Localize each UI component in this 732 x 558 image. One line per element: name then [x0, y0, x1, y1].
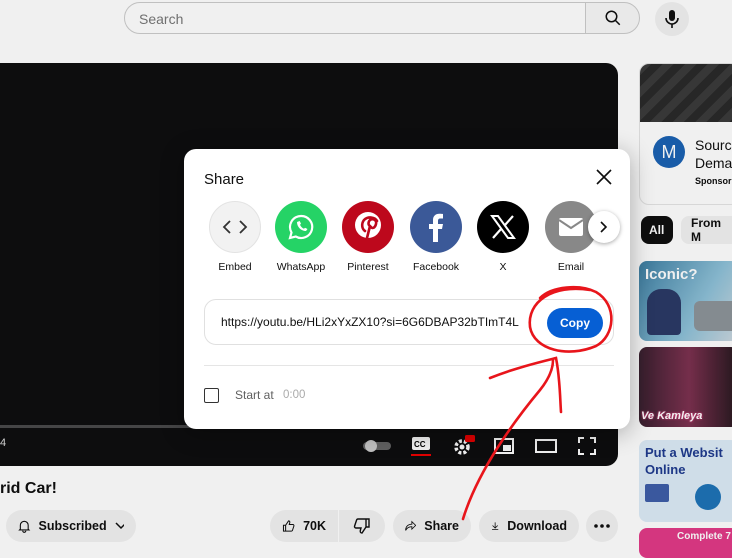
ad-title-line2: Dema	[695, 155, 732, 171]
more-horizontal-icon	[594, 524, 610, 528]
theater-mode-button[interactable]	[534, 435, 558, 457]
like-button[interactable]: 70K	[270, 510, 338, 542]
thumbs-down-icon	[353, 518, 370, 534]
svg-text:CC: CC	[414, 440, 426, 449]
globe-icon	[695, 484, 721, 510]
share-target-pinterest[interactable]: Pinterest	[337, 201, 399, 273]
facebook-icon	[410, 201, 462, 253]
miniplayer-button[interactable]	[493, 435, 515, 457]
share-label: Share	[424, 519, 459, 533]
x-icon	[477, 201, 529, 253]
fullscreen-button[interactable]	[576, 435, 598, 457]
miniplayer-icon	[494, 438, 514, 454]
share-arrow-icon	[405, 520, 417, 531]
whatsapp-icon	[275, 201, 327, 253]
ad-title-line1: Sourci	[695, 137, 732, 153]
download-button[interactable]: Download	[479, 510, 579, 542]
share-dialog: Share Embed WhatsApp Pinterest Facebook …	[184, 149, 630, 429]
close-icon	[596, 169, 612, 185]
time-display: 4	[0, 437, 7, 449]
sponsored-label: Sponsor	[695, 176, 732, 186]
voice-search-button[interactable]	[655, 2, 689, 36]
divider	[204, 365, 614, 366]
autoplay-toggle[interactable]	[362, 435, 392, 457]
share-target-embed[interactable]: Embed	[204, 201, 266, 273]
chip-all[interactable]: All	[641, 216, 673, 244]
captions-button[interactable]: CC	[410, 435, 432, 457]
dialog-title: Share	[204, 171, 245, 188]
share-url-field[interactable]: https://youtu.be/HLi2xYxZX10?si=6G6DBAP3…	[204, 299, 614, 345]
thumbnail-text: Put a Websit Online	[645, 445, 723, 477]
scroll-next-button[interactable]	[588, 211, 620, 243]
thumbnail-video-3[interactable]: Put a Websit Online	[639, 440, 732, 522]
start-at-time-input[interactable]: 0:00	[283, 389, 305, 401]
search-placeholder: Search	[139, 11, 184, 27]
thumbnail-person	[647, 289, 681, 335]
ad-banner-image	[640, 64, 732, 122]
share-button[interactable]: Share	[393, 510, 471, 542]
share-target-label: Pinterest	[347, 261, 389, 273]
sponsored-ad-card[interactable]: M Sourci Dema Sponsor	[639, 63, 732, 205]
settings-button[interactable]	[452, 435, 476, 457]
thumbnail-text: Iconic?	[645, 266, 698, 283]
dislike-button[interactable]	[339, 510, 385, 542]
thumbnail-text: Ve Kamleya	[641, 410, 703, 422]
chevron-down-icon	[115, 522, 124, 530]
search-icon	[605, 10, 620, 26]
ad-title: Sourci Dema	[695, 136, 732, 172]
ad-logo: M	[653, 136, 685, 168]
theater-icon	[535, 439, 557, 453]
more-actions-button[interactable]	[586, 510, 618, 542]
thumbnail-video-2[interactable]: Ve Kamleya	[639, 347, 732, 427]
fullscreen-icon	[578, 437, 596, 455]
thumbnail-car	[694, 301, 732, 331]
share-target-label: WhatsApp	[276, 261, 326, 273]
thumbnail-text: Complete 7	[677, 531, 731, 542]
start-at-label: Start at	[235, 388, 274, 402]
pinterest-icon	[342, 201, 394, 253]
copy-button[interactable]: Copy	[547, 308, 603, 338]
chip-from[interactable]: From M	[681, 216, 732, 244]
thumbnail-video-1[interactable]: Iconic?	[639, 261, 732, 341]
laptop-icon	[645, 484, 669, 502]
like-count: 70K	[303, 519, 326, 533]
share-target-whatsapp[interactable]: WhatsApp	[270, 201, 332, 273]
share-target-label: Email	[557, 261, 585, 273]
video-title: rid Car!	[0, 480, 57, 497]
share-target-label: X	[499, 261, 507, 273]
embed-icon	[209, 201, 261, 253]
download-icon	[492, 522, 499, 531]
bell-icon	[18, 520, 31, 533]
share-target-facebook[interactable]: Facebook	[405, 201, 467, 273]
start-at-checkbox[interactable]	[204, 388, 219, 403]
share-target-label: Embed	[218, 261, 252, 273]
thumbs-up-icon	[282, 520, 295, 532]
search-button[interactable]	[585, 2, 640, 34]
gear-icon	[454, 435, 475, 455]
share-target-x[interactable]: X	[472, 201, 534, 273]
share-url-text[interactable]: https://youtu.be/HLi2xYxZX10?si=6G6DBAP3…	[221, 315, 521, 329]
subscribed-label: Subscribed	[38, 519, 107, 533]
close-button[interactable]	[592, 165, 616, 189]
subscribed-button[interactable]: Subscribed	[6, 510, 136, 542]
cc-icon: CC	[411, 437, 431, 456]
chevron-right-icon	[600, 221, 608, 233]
microphone-icon	[665, 10, 679, 28]
thumbnail-video-4[interactable]: Complete 7	[639, 528, 732, 558]
autoplay-icon	[363, 440, 391, 452]
share-target-label: Facebook	[412, 261, 460, 273]
download-label: Download	[507, 519, 567, 533]
search-input[interactable]: Search	[124, 2, 586, 34]
